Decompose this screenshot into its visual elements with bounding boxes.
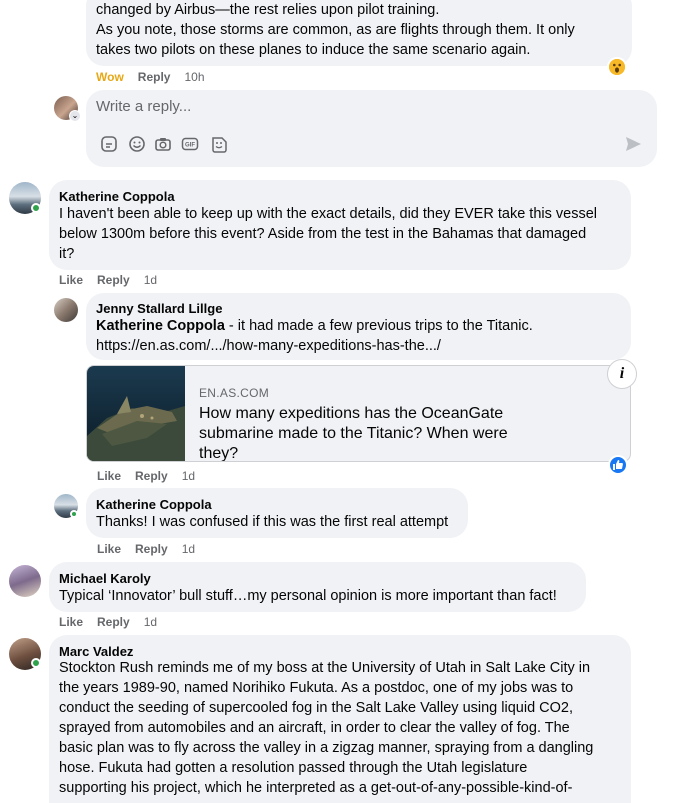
reply-bubble: Katherine Coppola Thanks! I was confused… — [86, 488, 468, 538]
timestamp[interactable]: 10h — [184, 70, 204, 84]
camera-icon[interactable] — [154, 135, 172, 153]
account-switch-icon[interactable]: ⌄ — [69, 110, 81, 122]
comment-text-line: As you note, those storms are common, as… — [96, 22, 575, 38]
timestamp[interactable]: 1d — [182, 542, 195, 556]
comment-text-line: supporting his project, which he interpr… — [59, 780, 573, 796]
mention-link[interactable]: Katherine Coppola — [96, 318, 225, 334]
comment-text-line: takes two pilots on these planes to indu… — [96, 42, 531, 58]
sticker-icon[interactable] — [100, 135, 118, 153]
reply-button[interactable]: Reply — [135, 469, 168, 483]
svg-text:GIF: GIF — [185, 143, 195, 149]
timestamp[interactable]: 1d — [144, 273, 157, 287]
comment-text-line: below 1300m before this event? Aside fro… — [59, 226, 587, 242]
link-preview-card[interactable]: EN.AS.COM How many expeditions has the O… — [86, 365, 631, 462]
comment-actions: Like Reply 1d — [97, 469, 209, 483]
like-button[interactable]: Like — [97, 469, 121, 483]
reply-bubble: Jenny Stallard Lillge Katherine Coppola … — [86, 293, 631, 360]
comment-author[interactable]: Katherine Coppola — [59, 189, 175, 205]
like-button[interactable]: Like — [59, 615, 83, 629]
comment-text-body: - it had made a few previous trips to th… — [224, 318, 533, 334]
comment-bubble: Katherine Coppola I haven't been able to… — [49, 180, 631, 270]
online-status-icon — [70, 510, 78, 518]
like-reaction-icon[interactable] — [608, 455, 628, 475]
reply-input[interactable] — [96, 98, 647, 115]
reply-composer: GIF — [86, 90, 657, 167]
wow-reaction-icon[interactable] — [607, 57, 627, 77]
comment-text-line: changed by Airbus—the rest relies upon p… — [96, 2, 440, 18]
comment-author[interactable]: Jenny Stallard Lillge — [96, 301, 222, 317]
comment-actions: Like Reply 1d — [97, 542, 209, 556]
online-status-icon — [31, 203, 41, 213]
like-button[interactable]: Like — [59, 273, 83, 287]
timestamp[interactable]: 1d — [182, 469, 195, 483]
comment-text-line: it? — [59, 246, 75, 262]
comment-actions: Like Reply 1d — [59, 273, 171, 287]
comment-text-line: conduct the seeding of supercooled fog i… — [59, 700, 574, 716]
comment-bubble: Marc Valdez Stockton Rush reminds me of … — [49, 635, 631, 803]
comment-actions: Wow Reply 10h — [96, 70, 219, 84]
comment-text: Katherine Coppola - it had made a few pr… — [96, 316, 533, 336]
comment-bubble-top: changed by Airbus—the rest relies upon p… — [86, 0, 632, 66]
comment-bubble: Michael Karoly Typical ‘Innovator’ bull … — [49, 562, 586, 612]
avatar[interactable] — [9, 565, 41, 597]
send-icon[interactable] — [624, 135, 642, 153]
wow-button[interactable]: Wow — [96, 70, 124, 84]
link-domain: EN.AS.COM — [199, 386, 270, 400]
comment-text-line: I haven't been able to keep up with the … — [59, 206, 597, 222]
comment-author[interactable]: Katherine Coppola — [96, 497, 212, 513]
online-status-icon — [31, 658, 41, 668]
comment-text-line: hose. Fukuta had gotten a resolution pas… — [59, 760, 528, 776]
info-icon[interactable]: i — [607, 359, 637, 389]
gif-icon[interactable]: GIF — [181, 135, 199, 153]
comment-actions: Like Reply 1d — [59, 615, 171, 629]
reply-button[interactable]: Reply — [97, 273, 130, 287]
comment-text-line: Stockton Rush reminds me of my boss at t… — [59, 660, 591, 676]
comment-text: Typical ‘Innovator’ bull stuff…my person… — [59, 588, 557, 604]
avatar-sticker-icon[interactable] — [210, 135, 228, 153]
like-button[interactable]: Like — [97, 542, 121, 556]
emoji-icon[interactable] — [128, 135, 146, 153]
comment-text: Thanks! I was confused if this was the f… — [96, 514, 449, 530]
link-title[interactable]: How many expeditions has the OceanGate s… — [199, 404, 519, 461]
reply-button[interactable]: Reply — [135, 542, 168, 556]
reply-button[interactable]: Reply — [97, 615, 130, 629]
reply-button[interactable]: Reply — [138, 70, 171, 84]
avatar[interactable] — [54, 298, 78, 322]
external-link[interactable]: https://en.as.com/.../how-many-expeditio… — [96, 336, 441, 356]
timestamp[interactable]: 1d — [144, 615, 157, 629]
comment-text-line: basic plan was to fly across the valley … — [59, 740, 594, 756]
comment-author[interactable]: Michael Karoly — [59, 571, 151, 587]
comment-text-line: the years 1989-90, named Norihiko Fukuta… — [59, 680, 574, 696]
comment-text-line: sprayed from automobiles and an aircraft… — [59, 720, 570, 736]
titanic-wreck-thumbnail — [87, 366, 185, 461]
